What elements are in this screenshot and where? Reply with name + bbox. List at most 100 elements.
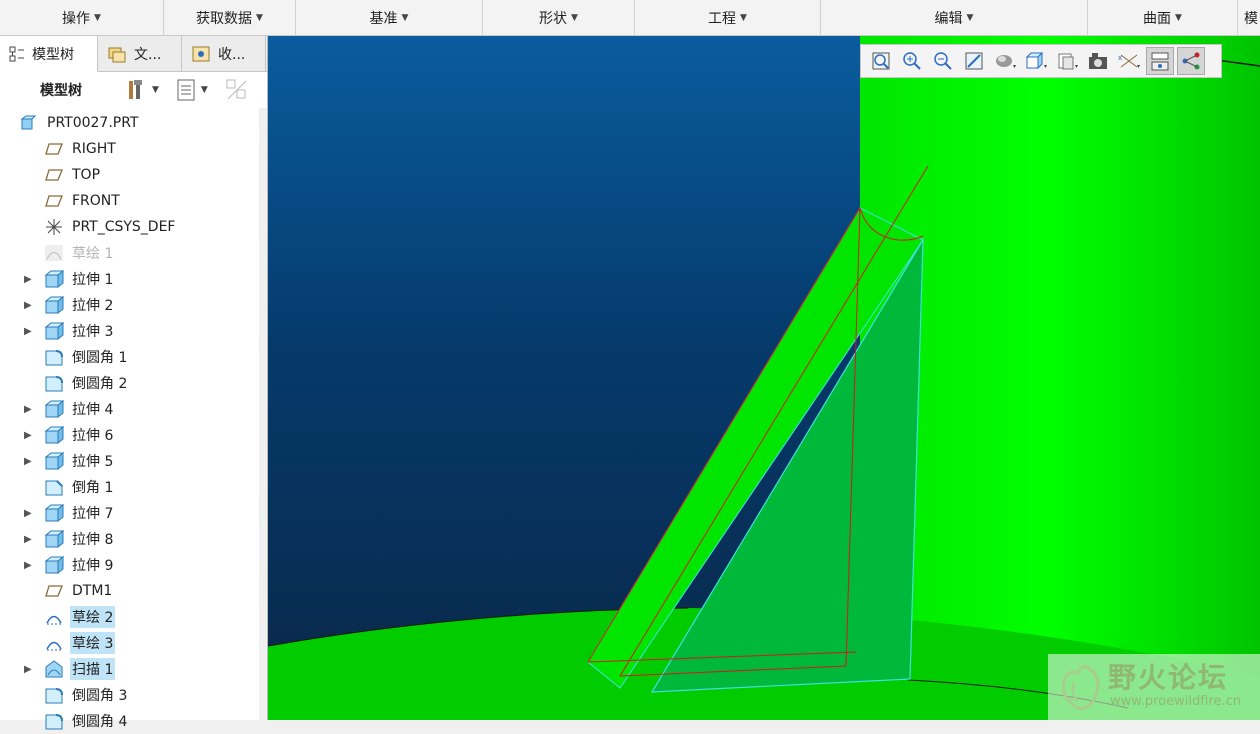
caret-down-icon: ▼ [571, 13, 578, 23]
extrude-icon [44, 321, 64, 341]
ribbon-group-bar: 操作 ▼ 获取数据 ▼ 基准 ▼ 形状 ▼ 工程 ▼ 编辑 ▼ 曲面 ▼ 模 [0, 0, 1260, 36]
tree-item-csys[interactable]: PRT_CSYS_DEF [0, 214, 260, 240]
coordinate-system-icon [44, 217, 64, 237]
tree-item-right[interactable]: RIGHT [0, 136, 260, 162]
ribbon-group-operations[interactable]: 操作 ▼ [0, 0, 164, 36]
tree-label: 倒圆角 3 [72, 688, 128, 704]
tree-item-extrude-2[interactable]: ▶ 拉伸 2 [0, 292, 260, 318]
graphics-viewport[interactable]: x 野火论坛 www.proewildfire.cn [268, 36, 1260, 720]
tree-label: 扫描 1 [70, 658, 116, 680]
view-toolbar: x [860, 44, 1222, 78]
show-options-button[interactable]: ▼ [171, 76, 212, 104]
expand-arrow-icon[interactable]: ▶ [24, 534, 36, 545]
ribbon-group-surfaces[interactable]: 曲面 ▼ [1088, 0, 1238, 36]
saved-orientations-button[interactable] [1022, 47, 1050, 75]
ribbon-group-get-data[interactable]: 获取数据 ▼ [164, 0, 296, 36]
expand-arrow-icon[interactable]: ▶ [24, 300, 36, 311]
tree-item-extrude-4[interactable]: ▶ 拉伸 4 [0, 396, 260, 422]
tree-item-round-2[interactable]: 倒圆角 2 [0, 370, 260, 396]
tree-item-extrude-9[interactable]: ▶ 拉伸 9 [0, 552, 260, 578]
round-icon [44, 347, 64, 367]
tree-item-front[interactable]: FRONT [0, 188, 260, 214]
panel-tabs: 模型树 文... 收... [0, 36, 267, 72]
tree-label: 倒角 1 [72, 480, 114, 496]
expand-arrow-icon[interactable]: ▶ [24, 560, 36, 571]
rib-triangle-face [650, 237, 924, 693]
tree-item-extrude-7[interactable]: ▶ 拉伸 7 [0, 500, 260, 526]
model-geometry[interactable] [268, 36, 1260, 720]
expand-arrow-icon[interactable]: ▶ [24, 456, 36, 467]
tab-folder-browser[interactable]: 文... [98, 36, 182, 72]
repaint-button[interactable] [960, 47, 988, 75]
view-manager-button[interactable] [1053, 47, 1081, 75]
tree-item-dtm1[interactable]: DTM1 [0, 578, 260, 604]
display-style-button[interactable] [991, 47, 1019, 75]
extrude-icon [44, 425, 64, 445]
ribbon-group-editing[interactable]: 编辑 ▼ [821, 0, 1088, 36]
ribbon-group-label: 模 [1244, 11, 1258, 27]
tab-model-tree[interactable]: 模型树 [0, 36, 98, 72]
ribbon-group-model-intent[interactable]: 模 [1238, 0, 1260, 36]
datum-display-button[interactable]: x [1115, 47, 1143, 75]
tree-item-extrude-1[interactable]: ▶ 拉伸 1 [0, 266, 260, 292]
tree-item-sketch-2[interactable]: 草绘 2 [0, 604, 260, 630]
ribbon-group-shapes[interactable]: 形状 ▼ [483, 0, 635, 36]
caret-down-icon: ▼ [94, 13, 101, 23]
expand-arrow-icon[interactable]: ▶ [24, 326, 36, 337]
tab-label: 文... [134, 47, 162, 63]
expand-arrow-icon[interactable]: ▶ [24, 430, 36, 441]
tree-item-extrude-8[interactable]: ▶ 拉伸 8 [0, 526, 260, 552]
datum-plane-icon [44, 581, 64, 601]
tab-favorites[interactable]: 收... [182, 36, 266, 72]
caret-down-icon: ▼ [966, 13, 974, 23]
tree-item-round-4[interactable]: 倒圆角 4 [0, 708, 260, 734]
tree-label: FRONT [72, 193, 120, 209]
round-icon [44, 711, 64, 731]
zoom-in-button[interactable] [898, 47, 926, 75]
tree-item-round-3[interactable]: 倒圆角 3 [0, 682, 260, 708]
tree-settings-button[interactable]: ▼ [120, 76, 163, 104]
zoom-out-button[interactable] [929, 47, 957, 75]
tree-label: 拉伸 3 [72, 324, 114, 340]
sketch-icon [44, 607, 64, 627]
tree-label: 拉伸 8 [72, 532, 114, 548]
camera-icon [1089, 53, 1107, 69]
caret-down-icon: ▼ [256, 13, 263, 23]
tree-item-sketch-1[interactable]: 草绘 1 [0, 240, 260, 266]
filter-button[interactable] [220, 76, 254, 104]
ribbon-group-engineering[interactable]: 工程 ▼ [635, 0, 821, 36]
tree-label: 拉伸 4 [72, 402, 114, 418]
extrude-icon [44, 399, 64, 419]
tree-scrollbar[interactable] [259, 108, 267, 720]
spin-center-button[interactable] [1177, 47, 1205, 75]
tree-item-sketch-3[interactable]: 草绘 3 [0, 630, 260, 656]
expand-arrow-icon[interactable]: ▶ [24, 404, 36, 415]
tree-item-extrude-3[interactable]: ▶ 拉伸 3 [0, 318, 260, 344]
annotation-display-button[interactable] [1146, 47, 1174, 75]
caret-down-icon: ▼ [740, 13, 747, 23]
tree-root[interactable]: PRT0027.PRT [0, 110, 260, 136]
svg-text:x: x [1118, 54, 1122, 62]
refit-button[interactable] [867, 47, 895, 75]
ribbon-group-label: 基准 [369, 11, 398, 27]
extrude-icon [44, 529, 64, 549]
model-tree: PRT0027.PRT RIGHT TOP FRONT PRT_CSYS_DEF… [0, 110, 260, 734]
expand-arrow-icon[interactable]: ▶ [24, 274, 36, 285]
tree-item-extrude-6[interactable]: ▶ 拉伸 6 [0, 422, 260, 448]
round-icon [44, 373, 64, 393]
expand-arrow-icon[interactable]: ▶ [24, 508, 36, 519]
ribbon-group-datum[interactable]: 基准 ▼ [296, 0, 483, 36]
tree-item-extrude-5[interactable]: ▶ 拉伸 5 [0, 448, 260, 474]
tree-item-top[interactable]: TOP [0, 162, 260, 188]
tree-label: 拉伸 2 [72, 298, 114, 314]
list-icon [177, 79, 195, 101]
caret-down-icon: ▼ [152, 85, 159, 95]
tree-item-chamfer-1[interactable]: 倒角 1 [0, 474, 260, 500]
saved-orientations-icon [1025, 51, 1047, 70]
perspective-button[interactable] [1084, 47, 1112, 75]
tree-item-sweep-1[interactable]: ▶ 扫描 1 [0, 656, 260, 682]
expand-arrow-icon[interactable]: ▶ [24, 664, 36, 675]
tree-label: 拉伸 9 [72, 558, 114, 574]
tree-item-round-1[interactable]: 倒圆角 1 [0, 344, 260, 370]
ribbon-group-label: 形状 [539, 11, 568, 27]
